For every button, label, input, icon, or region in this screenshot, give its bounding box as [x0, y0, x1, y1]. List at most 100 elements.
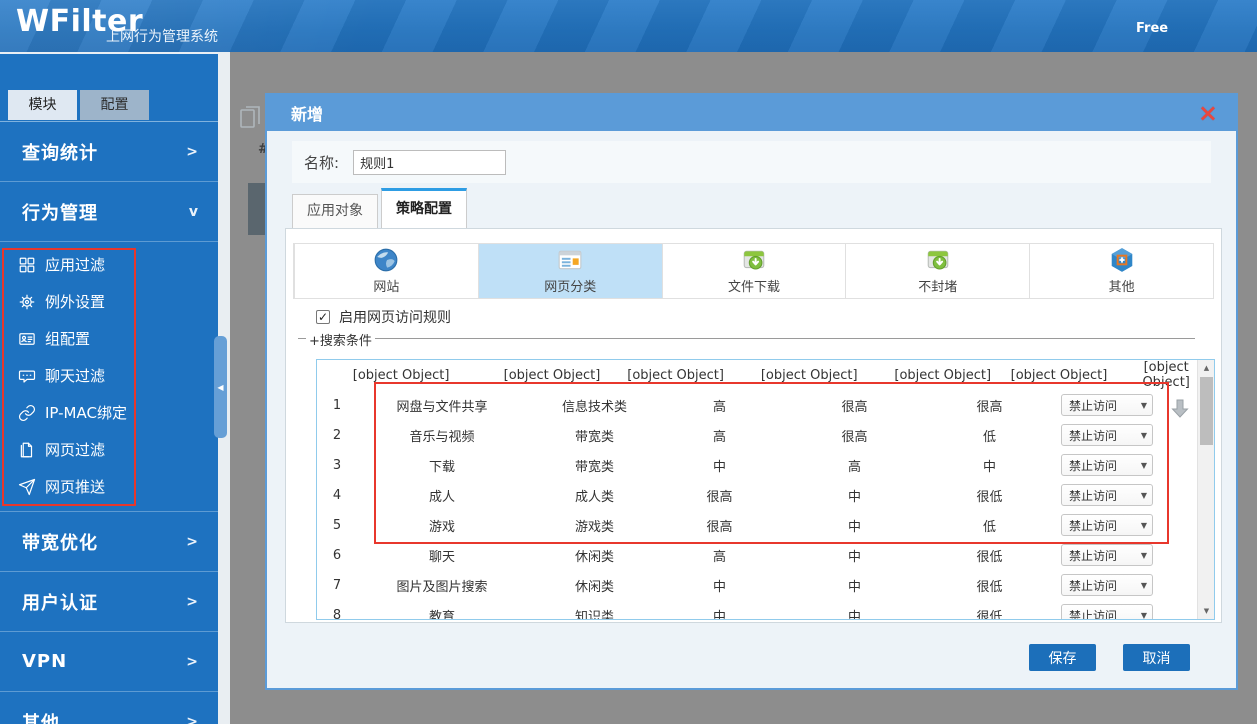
sidebar-section-label: 行为管理 — [22, 202, 98, 224]
move-down-icon[interactable] — [1170, 398, 1190, 420]
column-header[interactable]: [object Object] — [317, 368, 485, 383]
category-tab-label: 网页分类 — [544, 280, 597, 295]
cell-num: 5 — [332, 517, 342, 533]
cell-category-name: 教育 — [428, 609, 455, 620]
column-header[interactable]: [object Object] — [886, 368, 1000, 383]
column-header[interactable]: [object Object] — [1000, 368, 1119, 383]
sidebar-subitem[interactable]: 网页过滤 — [0, 431, 218, 468]
collapse-arrow-icon: ◀ — [217, 382, 224, 392]
sidebar-subitem[interactable]: 网页推送 — [0, 468, 218, 505]
sidebar-subitem[interactable]: 例外设置 — [0, 283, 218, 320]
cell-work-impact: 高 — [712, 399, 726, 415]
sidebar-tabs: 模块 配置 — [0, 54, 218, 122]
cell-risk: 很高 — [976, 399, 1003, 415]
table-body: 1 网盘与文件共享 信息技术类 高 很高 很高 禁止访问 ▼ 2 音乐与视频 带… — [317, 390, 1214, 620]
column-header[interactable]: [object Object] — [619, 368, 733, 383]
cell-bandwidth: 中 — [847, 549, 861, 565]
dialog-tab[interactable]: 应用对象 — [292, 194, 378, 228]
cell-parent-category: 游戏类 — [574, 519, 614, 535]
chevron-down-icon: ▼ — [1140, 520, 1147, 530]
cell-access-rule: 禁止访问 ▼ — [1047, 394, 1167, 416]
sidebar-submenu: 应用过滤 例外设置 组配置 聊天过滤 IP-MAC绑定 网页过滤 网页推送 — [0, 242, 218, 512]
category-tab[interactable]: 其他 — [1029, 244, 1213, 298]
sidebar-section[interactable]: 带宽优化 > — [0, 512, 218, 572]
sidebar-top-sections: 查询统计 > 行为管理 v — [0, 122, 218, 242]
sidebar-subitem[interactable]: IP-MAC绑定 — [0, 394, 218, 431]
dialog-header: 新增 × — [267, 95, 1236, 131]
category-icon — [925, 247, 951, 273]
cell-work-impact: 高 — [712, 549, 726, 565]
cell-access-rule: 禁止访问 ▼ — [1047, 574, 1167, 596]
access-rule-value: 禁止访问 — [1069, 548, 1118, 563]
access-rule-select[interactable]: 禁止访问 ▼ — [1061, 484, 1153, 506]
dialog-tab[interactable]: 策略配置 — [381, 188, 467, 228]
category-tab[interactable]: 文件下载 — [661, 244, 846, 298]
menu-icon — [18, 478, 36, 496]
enable-rule-label: 启用网页访问规则 — [339, 310, 451, 326]
pages-icon — [238, 104, 262, 130]
access-rule-select[interactable]: 禁止访问 ▼ — [1061, 424, 1153, 446]
sidebar-subitem-label: 聊天过滤 — [45, 367, 106, 385]
access-rule-select[interactable]: 禁止访问 ▼ — [1061, 544, 1153, 566]
sidebar-section[interactable]: 查询统计 > — [0, 122, 218, 182]
dialog-tabs: 应用对象 策略配置 — [292, 188, 470, 228]
cell-category-name: 成人 — [428, 489, 455, 505]
license-badge: Free — [1136, 21, 1169, 36]
new-rule-dialog: 新增 × 名称: 应用对象策略配置 网站 网页分类 文件下载 不封 — [265, 93, 1238, 690]
rule-name-label: 名称: — [304, 153, 340, 172]
menu-icon — [18, 404, 36, 422]
scroll-down-icon[interactable]: ▼ — [1198, 603, 1214, 619]
cell-parent-category: 信息技术类 — [561, 399, 627, 415]
cell-work-impact: 中 — [712, 459, 726, 475]
sidebar-section[interactable]: 其他 > — [0, 692, 218, 724]
access-rule-select[interactable]: 禁止访问 ▼ — [1061, 604, 1153, 619]
category-tab[interactable]: 不封堵 — [845, 244, 1029, 298]
table-scrollbar[interactable]: ▲ ▼ — [1197, 360, 1214, 619]
app-header: WFilter 上网行为管理系统 Free — [0, 0, 1257, 52]
sidebar-section[interactable]: 行为管理 v — [0, 182, 218, 242]
column-header[interactable]: [object Object] — [485, 368, 619, 383]
cell-access-rule: 禁止访问 ▼ — [1047, 544, 1167, 566]
cell-category-name: 游戏 — [428, 519, 455, 535]
sidebar-subitem[interactable]: 聊天过滤 — [0, 357, 218, 394]
sidebar-subitem[interactable]: 组配置 — [0, 320, 218, 357]
chevron-down-icon: ▼ — [1140, 430, 1147, 440]
cell-work-impact: 中 — [712, 609, 726, 620]
access-rule-select[interactable]: 禁止访问 ▼ — [1061, 394, 1153, 416]
access-rule-select[interactable]: 禁止访问 ▼ — [1061, 454, 1153, 476]
category-tab-label: 文件下载 — [727, 280, 780, 295]
cell-bandwidth: 很高 — [841, 429, 868, 445]
chevron-down-icon: ▼ — [1140, 550, 1147, 560]
sidebar-collapse-handle[interactable]: ◀ — [214, 336, 227, 438]
close-icon[interactable]: × — [1198, 101, 1218, 125]
access-rule-select[interactable]: 禁止访问 ▼ — [1061, 514, 1153, 536]
cancel-button[interactable]: 取消 — [1123, 644, 1190, 671]
chevron-icon: > — [186, 653, 198, 670]
cell-bandwidth: 中 — [847, 519, 861, 535]
scrollbar-thumb[interactable] — [1200, 377, 1213, 445]
menu-icon — [18, 330, 36, 348]
search-conditions-toggle[interactable]: +搜索条件 — [306, 330, 375, 349]
cell-risk: 低 — [982, 429, 996, 445]
sidebar-tab[interactable]: 模块 — [8, 90, 77, 120]
save-button[interactable]: 保存 — [1029, 644, 1096, 671]
cell-bandwidth: 中 — [847, 579, 861, 595]
rule-name-input[interactable] — [353, 149, 507, 175]
enable-rule-checkbox[interactable]: ✓ — [316, 310, 330, 324]
sidebar-section[interactable]: VPN > — [0, 632, 218, 692]
category-tab[interactable]: 网站 — [294, 244, 478, 298]
scroll-up-icon[interactable]: ▲ — [1198, 360, 1214, 376]
sidebar-section[interactable]: 用户认证 > — [0, 572, 218, 632]
chevron-icon: v — [188, 203, 198, 220]
dialog-title: 新增 — [291, 105, 324, 124]
menu-icon — [18, 256, 36, 274]
sidebar-tab[interactable]: 配置 — [80, 90, 149, 120]
cell-work-impact: 很高 — [706, 519, 733, 535]
sidebar-subitem[interactable]: 应用过滤 — [0, 246, 218, 283]
column-header[interactable]: [object Object] — [733, 368, 886, 383]
chevron-down-icon: ▼ — [1140, 490, 1147, 500]
category-tab-label: 不封堵 — [918, 280, 958, 295]
access-rule-select[interactable]: 禁止访问 ▼ — [1061, 574, 1153, 596]
category-tab[interactable]: 网页分类 — [477, 244, 662, 298]
menu-icon — [18, 367, 36, 385]
